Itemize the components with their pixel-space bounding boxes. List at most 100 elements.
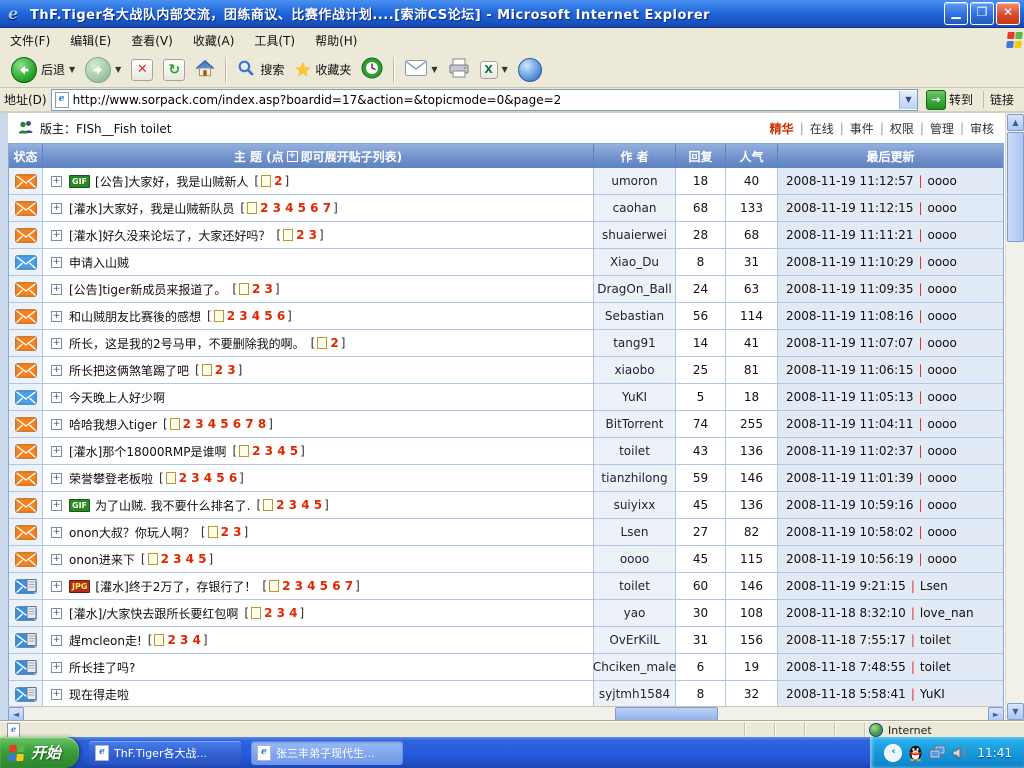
horizontal-scrollbar[interactable]: ◄ ► xyxy=(8,706,1004,722)
link-digest[interactable]: 精华 xyxy=(770,120,794,137)
topic-page-links[interactable]: [2 3 4 5 6 7 8] xyxy=(161,417,275,431)
last-poster-link[interactable]: oooo xyxy=(928,471,957,485)
topic-title-link[interactable]: 所长，这是我的2号马甲，不要删除我的啊。 xyxy=(69,335,305,352)
expand-topic-icon[interactable]: + xyxy=(51,554,62,565)
author-cell[interactable]: tang91 xyxy=(594,330,676,356)
favorites-button[interactable]: ★ 收藏夹 xyxy=(289,58,356,82)
topic-title-link[interactable]: [公告]tiger新成员来报道了。 xyxy=(69,281,226,298)
menu-help[interactable]: 帮助(H) xyxy=(305,28,367,53)
author-cell[interactable]: tianzhilong xyxy=(594,465,676,491)
back-button[interactable]: 后退 ▼ xyxy=(6,55,80,85)
expand-topic-icon[interactable]: + xyxy=(51,365,62,376)
scroll-left-icon[interactable]: ◄ xyxy=(8,707,24,722)
author-cell[interactable]: OvErKilL xyxy=(594,627,676,653)
start-button[interactable]: 开始 xyxy=(0,737,79,768)
last-poster-link[interactable]: oooo xyxy=(928,552,957,566)
author-cell[interactable]: Xiao_Du xyxy=(594,249,676,275)
link-audit[interactable]: 审核 xyxy=(970,120,994,137)
vertical-scrollbar[interactable]: ▲ ▼ xyxy=(1005,113,1024,721)
last-poster-link[interactable]: oooo xyxy=(928,363,957,377)
author-cell[interactable]: toilet xyxy=(594,438,676,464)
mail-button[interactable]: ▼ xyxy=(400,58,442,81)
refresh-button[interactable]: ↻ xyxy=(158,57,190,83)
taskbar-task-1[interactable]: e ThF.Tiger各大战... xyxy=(89,741,241,765)
topic-title-link[interactable]: [灌水]好久没来论坛了，大家还好吗？ xyxy=(69,227,270,244)
expand-topic-icon[interactable]: + xyxy=(51,608,62,619)
edit-excel-button[interactable]: X ▼ xyxy=(475,59,513,81)
topic-title-link[interactable]: 哈哈我想入tiger xyxy=(69,416,157,433)
topic-title-link[interactable]: 今天晚上人好少啊 xyxy=(69,389,165,406)
links-label[interactable]: 链接 xyxy=(983,91,1020,108)
author-cell[interactable]: toilet xyxy=(594,573,676,599)
mail-dropdown-icon[interactable]: ▼ xyxy=(431,65,437,74)
scroll-right-icon[interactable]: ► xyxy=(988,707,1004,722)
author-cell[interactable]: BitTorrent xyxy=(594,411,676,437)
author-cell[interactable]: oooo xyxy=(594,546,676,572)
author-cell[interactable]: Sebastian xyxy=(594,303,676,329)
last-poster-link[interactable]: oooo xyxy=(928,417,957,431)
menu-edit[interactable]: 编辑(E) xyxy=(60,28,121,53)
last-poster-link[interactable]: oooo xyxy=(928,201,957,215)
address-input[interactable] xyxy=(73,93,899,107)
print-button[interactable] xyxy=(443,56,475,83)
link-online[interactable]: 在线 xyxy=(810,120,834,137)
last-poster-link[interactable]: Lsen xyxy=(920,579,948,593)
menu-view[interactable]: 查看(V) xyxy=(121,28,183,53)
link-permissions[interactable]: 权限 xyxy=(890,120,914,137)
restore-button[interactable]: ❐ xyxy=(970,2,994,25)
topic-title-link[interactable]: onon进来下 xyxy=(69,551,135,568)
forward-button[interactable]: ▼ xyxy=(80,55,126,85)
stop-button[interactable]: ✕ xyxy=(126,57,158,83)
topic-page-links[interactable]: [2 3 4 5 6 7] xyxy=(238,201,339,215)
topic-title-link[interactable]: 和山贼朋友比赛後的感想 xyxy=(69,308,201,325)
topic-page-links[interactable]: [2 3] xyxy=(199,525,250,539)
author-cell[interactable]: caohan xyxy=(594,195,676,221)
last-poster-link[interactable]: oooo xyxy=(928,282,957,296)
author-cell[interactable]: xiaobo xyxy=(594,357,676,383)
expand-topic-icon[interactable]: + xyxy=(51,689,62,700)
topic-page-links[interactable]: [2 3] xyxy=(274,228,325,242)
topic-page-links[interactable]: [2] xyxy=(252,174,291,188)
expand-topic-icon[interactable]: + xyxy=(51,338,62,349)
last-poster-link[interactable]: oooo xyxy=(928,174,957,188)
topic-title-link[interactable]: [灌水]终于2万了，存银行了！ xyxy=(95,578,256,595)
last-poster-link[interactable]: oooo xyxy=(928,255,957,269)
topic-title-link[interactable]: [灌水]那个18000RMP是谁啊 xyxy=(69,443,226,460)
back-dropdown-icon[interactable]: ▼ xyxy=(69,65,75,74)
expand-topic-icon[interactable]: + xyxy=(51,527,62,538)
vertical-scroll-thumb[interactable] xyxy=(1007,132,1024,242)
topic-title-link[interactable]: onon大叔？你玩人啊？ xyxy=(69,524,195,541)
hide-icons-chevron[interactable]: ‹ xyxy=(884,744,902,762)
topic-page-links[interactable]: [2 3 4] xyxy=(242,606,306,620)
last-poster-link[interactable]: oooo xyxy=(928,336,957,350)
last-poster-link[interactable]: toilet xyxy=(920,660,951,674)
link-manage[interactable]: 管理 xyxy=(930,120,954,137)
topic-page-links[interactable]: [2 3 4] xyxy=(146,633,210,647)
topic-page-links[interactable]: [2 3 4 5 6] xyxy=(205,309,294,323)
topic-title-link[interactable]: [灌水]大家好，我是山贼新队员 xyxy=(69,200,234,217)
topic-title-link[interactable]: 荣誉攀登老板啦 xyxy=(69,470,153,487)
edit-dropdown-icon[interactable]: ▼ xyxy=(502,65,508,74)
expand-topic-icon[interactable]: + xyxy=(51,662,62,673)
author-cell[interactable]: Lsen xyxy=(594,519,676,545)
expand-topic-icon[interactable]: + xyxy=(51,311,62,322)
horizontal-scroll-thumb[interactable] xyxy=(615,707,718,722)
expand-topic-icon[interactable]: + xyxy=(51,176,62,187)
last-poster-link[interactable]: oooo xyxy=(928,444,957,458)
last-poster-link[interactable]: toilet xyxy=(920,633,951,647)
topic-title-link[interactable]: 现在得走啦 xyxy=(69,686,129,703)
author-cell[interactable]: Chciken_male xyxy=(594,654,676,680)
topic-title-link[interactable]: 所长挂了吗? xyxy=(69,659,135,676)
topic-page-links[interactable]: [2 3 4 5 6 7] xyxy=(260,579,361,593)
expand-topic-icon[interactable]: + xyxy=(51,581,62,592)
last-poster-link[interactable]: oooo xyxy=(928,525,957,539)
last-poster-link[interactable]: oooo xyxy=(928,498,957,512)
expand-topic-icon[interactable]: + xyxy=(51,446,62,457)
home-button[interactable] xyxy=(190,57,220,82)
topic-title-link[interactable]: 趕mcleon走! xyxy=(69,632,142,649)
last-poster-link[interactable]: oooo xyxy=(928,390,957,404)
expand-topic-icon[interactable]: + xyxy=(51,203,62,214)
expand-topic-icon[interactable]: + xyxy=(51,257,62,268)
link-events[interactable]: 事件 xyxy=(850,120,874,137)
forward-dropdown-icon[interactable]: ▼ xyxy=(115,65,121,74)
